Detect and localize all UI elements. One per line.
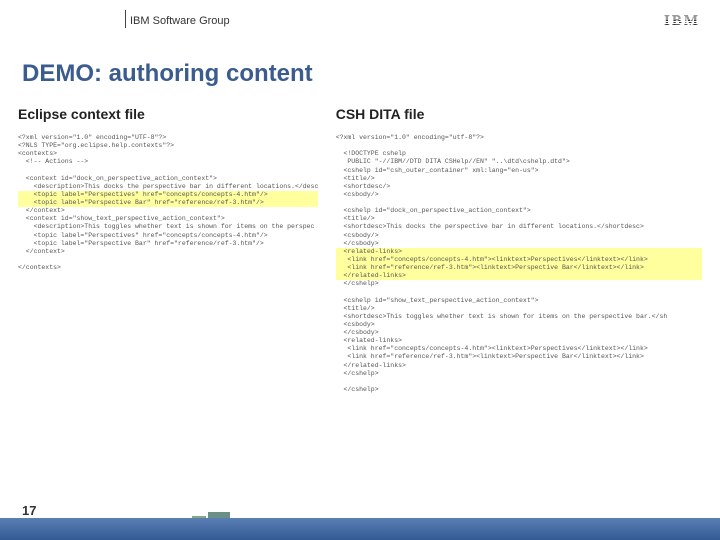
code-line: <cshelp id="dock_on_perspective_action_c… [336,207,531,214]
code-line: <link href="concepts/concepts-4.htm"><li… [336,345,648,352]
code-line: <cshelp id="show_text_perspective_action… [336,297,539,304]
code-line: <description>This toggles whether text i… [18,223,314,230]
header-divider [125,10,126,28]
content-area: Eclipse context file <?xml version="1.0"… [0,106,720,394]
code-line: <shortdesc/> [336,183,391,190]
slide-header: IBM Software Group IBM [0,0,720,40]
code-line: <?xml version="1.0" encoding="utf-8"?> [336,134,484,141]
code-line: <!-- Actions --> [18,158,88,165]
right-heading: CSH DITA file [336,106,702,122]
code-line: <csbody> [336,321,375,328]
code-line: <?xml version="1.0" encoding="UTF-8"?> [18,134,166,141]
code-line: </csbody> [336,240,379,247]
code-line: <shortdesc>This docks the perspective ba… [336,223,644,230]
code-line: </related-links> [336,272,702,280]
code-line: <link href="concepts/concepts-4.htm"><li… [336,256,702,264]
code-line: <topic label="Perspectives" href="concep… [18,232,268,239]
code-line: <related-links> [336,337,402,344]
slide-title: DEMO: authoring content [0,40,720,106]
code-line: </csbody> [336,329,379,336]
code-line: <shortdesc>This toggles whether text is … [336,313,668,320]
code-line: <context id="show_text_perspective_actio… [18,215,225,222]
code-line: <link href="reference/ref-3.htm"><linkte… [336,353,644,360]
code-line: <topic label="Perspective Bar" href="ref… [18,240,264,247]
left-heading: Eclipse context file [18,106,318,122]
code-line: <!DOCTYPE cshelp [336,150,406,157]
code-line: <csbody/> [336,232,379,239]
code-line: </context> [18,248,65,255]
code-line: <?NLS TYPE="org.eclipse.help.contexts"?> [18,142,174,149]
code-line: <topic label="Perspective Bar" href="ref… [18,199,318,207]
right-column: CSH DITA file <?xml version="1.0" encodi… [336,106,702,394]
code-line: <title/> [336,305,375,312]
code-line: PUBLIC "-//IBM//DTD DITA CSHelp//EN" "..… [336,158,570,165]
code-line: <title/> [336,215,375,222]
code-line: </related-links> [336,362,406,369]
brand-text: IBM Software Group [120,15,230,27]
code-line: <contexts> [18,150,57,157]
code-line: <csbody/> [336,191,379,198]
csh-dita-code: <?xml version="1.0" encoding="utf-8"?> <… [336,134,702,394]
code-line: <topic label="Perspectives" href="concep… [18,191,318,199]
eclipse-context-code: <?xml version="1.0" encoding="UTF-8"?> <… [18,134,318,272]
left-column: Eclipse context file <?xml version="1.0"… [18,106,318,394]
code-line: </contexts> [18,264,61,271]
code-line: <cshelp id="csh_outer_container" xml:lan… [336,167,539,174]
code-line: </cshelp> [336,280,379,287]
code-line: </cshelp> [336,370,379,377]
code-line: <description>This docks the perspective … [18,183,318,190]
code-line: <link href="reference/ref-3.htm"><linkte… [336,264,702,272]
code-line: <related-links> [336,248,702,256]
code-line: </cshelp> [336,386,379,393]
code-line: <title/> [336,175,375,182]
page-number: 17 [22,503,36,518]
code-line: <context id="dock_on_perspective_action_… [18,175,217,182]
footer-bar [0,518,720,540]
code-line: </context> [18,207,65,214]
slide-footer: 17 [0,506,720,540]
ibm-logo: IBM [664,13,700,30]
